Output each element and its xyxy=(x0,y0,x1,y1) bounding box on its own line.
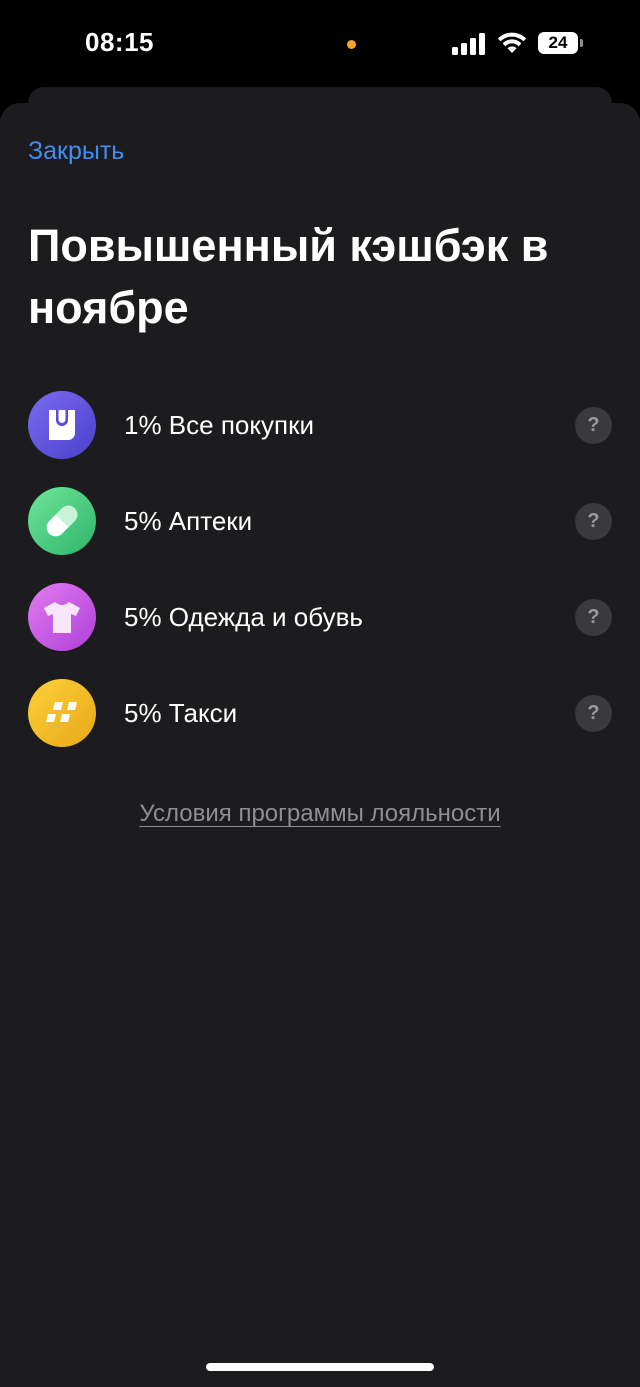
list-item: 5% Такси ? xyxy=(0,677,640,773)
screen: 08:15 24 Закрыть Повышенный кэшбэк в ноя… xyxy=(0,0,640,1387)
category-label: 1% Все покупки xyxy=(124,410,315,440)
status-bar: 08:15 24 xyxy=(0,0,640,88)
privacy-indicator-dot xyxy=(347,40,356,49)
home-indicator[interactable] xyxy=(206,1363,434,1371)
help-button[interactable]: ? xyxy=(575,503,612,540)
battery-level: 24 xyxy=(538,32,578,54)
cellular-signal-icon xyxy=(452,33,485,55)
pill-icon xyxy=(28,487,96,555)
help-button[interactable]: ? xyxy=(575,407,612,444)
category-label: 5% Такси xyxy=(124,698,238,728)
close-button[interactable]: Закрыть xyxy=(28,137,124,166)
battery-tip xyxy=(580,39,583,47)
category-label: 5% Одежда и обувь xyxy=(124,602,363,632)
list-item: 5% Одежда и обувь ? xyxy=(0,581,640,677)
category-label: 5% Аптеки xyxy=(124,506,253,536)
tshirt-icon xyxy=(28,583,96,651)
shopping-bag-icon xyxy=(28,391,96,459)
battery-indicator: 24 xyxy=(538,32,584,54)
help-button[interactable]: ? xyxy=(575,599,612,636)
page-title: Повышенный кэшбэк в ноябре xyxy=(28,220,549,333)
loyalty-terms-link[interactable]: Условия программы лояльности xyxy=(0,800,640,828)
wifi-icon xyxy=(497,32,527,53)
help-button[interactable]: ? xyxy=(575,695,612,732)
list-item: 1% Все покупки ? xyxy=(0,389,640,485)
status-time: 08:15 xyxy=(85,27,154,57)
cashback-sheet: Закрыть Повышенный кэшбэк в ноябре 1% Вс… xyxy=(0,103,640,1387)
list-item: 5% Аптеки ? xyxy=(0,485,640,581)
cashback-category-list: 1% Все покупки ? 5% Аптеки ? 5% Одежда и… xyxy=(0,389,640,773)
taxi-checker-icon xyxy=(28,679,96,747)
